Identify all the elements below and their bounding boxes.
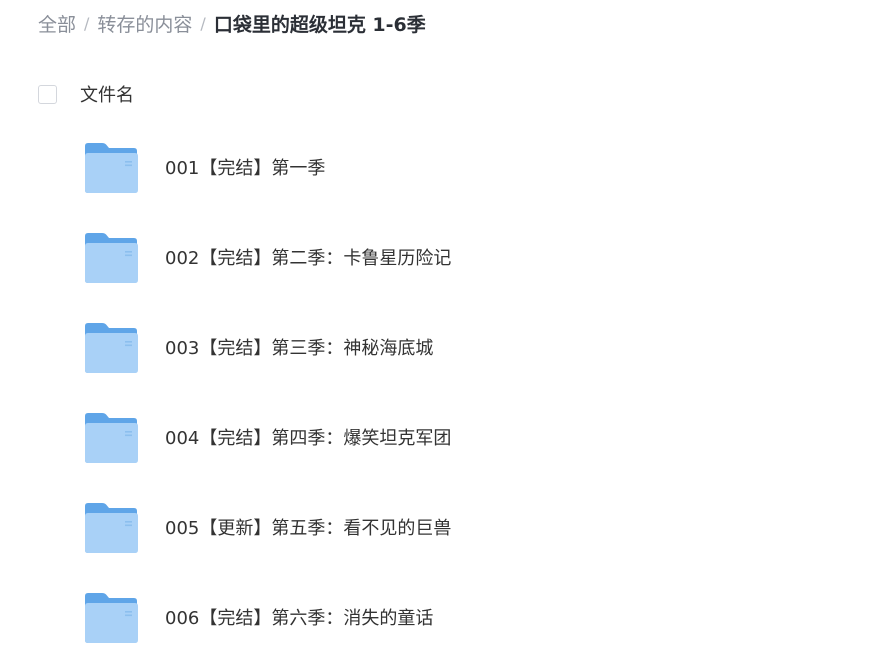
breadcrumb: 全部 / 转存的内容 / 口袋里的超级坦克 1-6季 bbox=[38, 8, 426, 38]
file-row[interactable]: 002【完结】第二季：卡鲁星历险记 bbox=[0, 210, 881, 300]
folder-icon bbox=[85, 593, 138, 643]
file-name[interactable]: 004【完结】第四季：爆笑坦克军团 bbox=[165, 424, 451, 450]
file-name[interactable]: 003【完结】第三季：神秘海底城 bbox=[165, 334, 433, 360]
file-row[interactable]: 001【完结】第一季 bbox=[0, 120, 881, 210]
file-row[interactable]: 006【完结】第六季：消失的童话 bbox=[0, 570, 881, 660]
breadcrumb-current-folder: 口袋里的超级坦克 1-6季 bbox=[213, 13, 426, 36]
folder-icon bbox=[85, 233, 138, 283]
file-name[interactable]: 001【完结】第一季 bbox=[165, 154, 325, 180]
file-name[interactable]: 006【完结】第六季：消失的童话 bbox=[165, 604, 433, 630]
file-name[interactable]: 005【更新】第五季：看不见的巨兽 bbox=[165, 514, 451, 540]
list-header: 文件名 bbox=[38, 82, 134, 106]
select-all-checkbox[interactable] bbox=[38, 84, 57, 104]
breadcrumb-separator: / bbox=[84, 13, 90, 33]
breadcrumb-root-link[interactable]: 全部 bbox=[38, 10, 76, 37]
folder-icon bbox=[85, 323, 138, 373]
file-name[interactable]: 002【完结】第二季：卡鲁星历险记 bbox=[165, 244, 451, 270]
breadcrumb-separator: / bbox=[200, 13, 206, 33]
file-row[interactable]: 004【完结】第四季：爆笑坦克军团 bbox=[0, 390, 881, 480]
folder-icon bbox=[85, 413, 138, 463]
filename-column-header[interactable]: 文件名 bbox=[80, 81, 134, 107]
file-row[interactable]: 003【完结】第三季：神秘海底城 bbox=[0, 300, 881, 390]
folder-icon bbox=[85, 503, 138, 553]
file-row[interactable]: 005【更新】第五季：看不见的巨兽 bbox=[0, 480, 881, 570]
breadcrumb-parent-link[interactable]: 转存的内容 bbox=[97, 10, 192, 37]
folder-icon bbox=[85, 143, 138, 193]
